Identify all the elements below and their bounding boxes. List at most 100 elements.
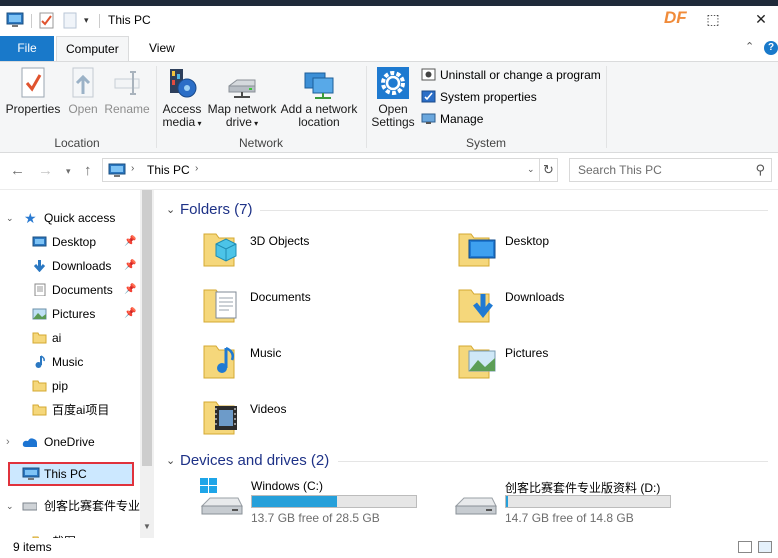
status-bar: 9 items [0,538,778,558]
back-arrow-icon[interactable]: ← [10,162,25,179]
recent-locations-chevron-icon[interactable]: ▾ [66,166,71,177]
details-view-icon[interactable] [738,541,752,553]
map-network-drive-button[interactable]: Map network drive ▾ [205,66,279,130]
forward-arrow-icon[interactable]: → [38,162,53,179]
devices-group-header[interactable]: Devices and drives (2) [180,452,329,469]
nav-onedrive[interactable]: › OneDrive [0,430,140,454]
nav-sub-folder-label: 截图 [52,530,76,538]
folder-label: Documents [250,290,311,304]
folder-label: 3D Objects [250,234,310,248]
drive-item[interactable]: Windows (C:) 13.7 GB free of 28.5 GB [198,476,438,526]
access-media-button[interactable]: Access media ▾ [160,66,204,130]
folder-label: Pictures [505,346,549,360]
breadcrumb-chevron-icon[interactable]: › [195,163,198,174]
drive-label: 创客比赛套件专业版资料 (D:) [505,481,661,495]
drive-free-space: 13.7 GB free of 28.5 GB [251,511,380,525]
map-network-drive-label-2: drive [225,115,252,129]
sidebar-item[interactable]: ai [0,326,140,350]
desktop-folder-icon [458,233,496,267]
large-icons-view-icon[interactable] [758,541,772,553]
folder-item[interactable]: 3D Objects [202,226,442,276]
uninstall-label: Uninstall or change a program [440,68,601,82]
tab-view[interactable]: View [140,36,184,61]
location-group-label: Location [54,136,100,150]
sidebar-item[interactable]: Downloads 📌 [0,254,140,278]
expand-chevron-icon[interactable]: ⌄ [6,206,14,230]
manage-button[interactable]: Manage [421,112,483,126]
properties-checkmark-icon[interactable] [39,12,54,29]
divider [338,461,768,462]
new-folder-icon[interactable] [63,12,77,29]
address-bar[interactable]: › This PC › ⌄ [102,158,540,182]
search-input[interactable]: Search This PC ⚲ [569,158,772,182]
pin-icon[interactable]: 📌 [124,254,136,278]
add-network-location-button[interactable]: Add a network location [280,66,358,129]
nav-this-pc[interactable]: This PC [8,462,134,486]
expand-chevron-icon[interactable]: ⌄ [6,494,14,518]
help-button[interactable]: ? [764,41,778,55]
sidebar-item[interactable]: Pictures 📌 [0,302,140,326]
quick-access-toolbar-dropdown-icon[interactable]: ▾ [84,15,89,26]
open-settings-button[interactable]: Open Settings [370,66,416,129]
open-button[interactable]: Open [64,66,102,116]
scroll-down-arrow-icon[interactable]: ▼ [142,522,152,531]
ribbon: Properties Open Rename Location Access m… [0,61,778,153]
sidebar-item[interactable]: Music [0,350,140,374]
rename-button[interactable]: Rename [104,66,150,116]
scrollbar-thumb[interactable] [142,190,152,466]
folder-item[interactable]: Pictures [457,338,697,388]
sidebar-item-label: 百度ai项目 [52,403,110,417]
folder-label: Videos [250,402,287,416]
folder-item[interactable]: Music [202,338,442,388]
downloads-folder-icon [458,289,493,323]
nav-drive[interactable]: ⌄ 创客比赛套件专业 [0,494,140,518]
window-title: This PC [108,13,151,27]
nav-onedrive-label: OneDrive [44,435,95,449]
collapse-chevron-icon[interactable]: ⌄ [166,454,175,467]
open-label: Open [68,102,98,116]
sidebar-item-label: ai [52,331,62,345]
title-separator [31,14,32,28]
hard-drive-icon [200,478,243,515]
network-location-icon [304,72,334,99]
download-arrow-icon [33,260,46,272]
folder-item[interactable]: Downloads [457,282,697,332]
uninstall-program-button[interactable]: Uninstall or change a program [421,68,601,82]
tab-file[interactable]: File [0,36,54,61]
folders-group-header[interactable]: Folders (7) [180,201,253,218]
system-group-label: System [465,136,506,150]
nav-sub-folder[interactable]: 截图 [0,530,140,538]
expand-chevron-icon[interactable]: › [6,430,10,454]
folder-item[interactable]: Documents [202,282,442,332]
pin-icon[interactable]: 📌 [124,278,136,302]
folder-item[interactable]: Videos [202,394,442,444]
folder-label: Desktop [505,234,550,248]
pin-icon[interactable]: 📌 [124,302,136,326]
drive-label: Windows (C:) [251,479,324,493]
breadcrumb-chevron-icon[interactable]: › [131,163,134,174]
refresh-button[interactable]: ↻ [540,158,558,182]
properties-label: Properties [5,102,61,116]
properties-button[interactable]: Properties [4,66,62,116]
address-dropdown-icon[interactable]: ⌄ [527,164,535,175]
computer-icon[interactable] [6,12,24,28]
sidebar-item[interactable]: Documents 📌 [0,278,140,302]
up-arrow-icon[interactable]: ↑ [84,162,92,179]
system-properties-button[interactable]: System properties [421,90,537,104]
add-network-location-label-2: location [298,115,340,129]
drive-item[interactable]: 创客比赛套件专业版资料 (D:) 14.7 GB free of 14.8 GB [452,476,692,526]
collapse-chevron-icon[interactable]: ⌄ [166,203,175,216]
sidebar-item-label: Music [52,355,84,369]
folder-item[interactable]: Desktop [457,226,697,276]
sidebar-item[interactable]: Desktop 📌 [0,230,140,254]
pin-icon[interactable]: 📌 [124,230,136,254]
sidebar-item[interactable]: pip [0,374,140,398]
search-icon: ⚲ [755,162,765,177]
close-button[interactable]: ✕ [749,11,773,31]
restore-button[interactable]: ⬚ [701,11,725,31]
collapse-ribbon-icon[interactable]: ⌃ [745,40,754,53]
nav-quick-access[interactable]: ⌄ ★ Quick access [0,206,140,230]
tab-computer[interactable]: Computer [56,36,129,62]
breadcrumb-this-pc[interactable]: This PC [147,163,190,177]
sidebar-item[interactable]: 百度ai项目 [0,398,140,422]
